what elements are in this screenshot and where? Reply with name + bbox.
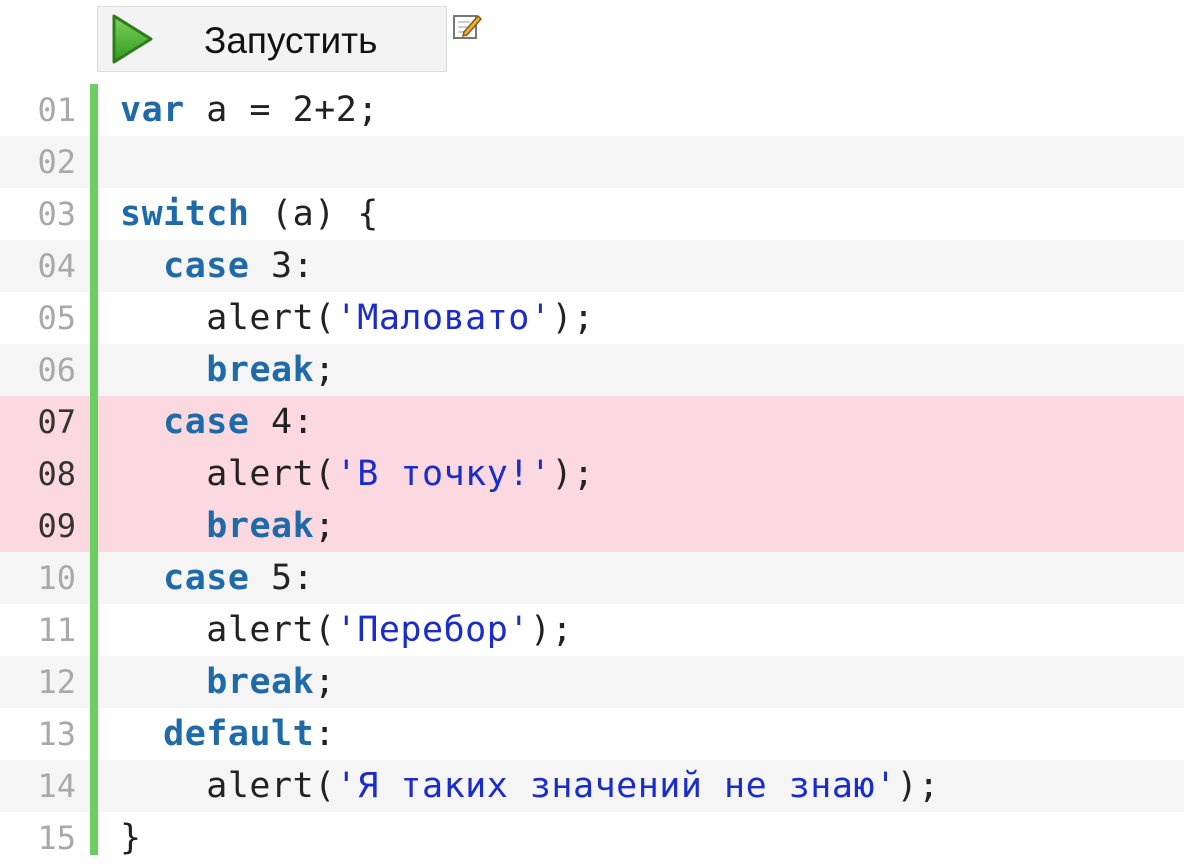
code-line[interactable]: 14 alert('Я таких значений не знаю');: [0, 760, 1184, 812]
string-token: 'Перебор': [335, 610, 530, 650]
keyword-token: case: [163, 246, 250, 286]
code-token: alert(: [120, 454, 336, 494]
code-line[interactable]: 13 default:: [0, 708, 1184, 760]
code-token: 5:: [249, 558, 315, 598]
code-token: ;: [314, 350, 336, 390]
code-line[interactable]: 05 alert('Маловато');: [0, 292, 1184, 344]
code-line[interactable]: 11 alert('Перебор');: [0, 604, 1184, 656]
code-text: case 5:: [120, 552, 314, 604]
code-toolbar: Запустить: [97, 6, 447, 72]
code-line[interactable]: 01 var a = 2+2;: [0, 84, 1184, 136]
code-token: :: [314, 714, 336, 754]
code-text: case 4:: [120, 396, 314, 448]
string-token: 'В точку!': [335, 454, 552, 494]
code-text: }: [120, 812, 142, 864]
code-text: case 3:: [120, 240, 314, 292]
code-text: alert('Маловато');: [120, 292, 595, 344]
line-number: 14: [37, 767, 76, 805]
code-text: alert('Перебор');: [120, 604, 573, 656]
run-button[interactable]: Запустить: [204, 19, 377, 63]
code-text: break;: [120, 500, 336, 552]
code-text: default:: [120, 708, 336, 760]
keyword-token: switch: [120, 194, 250, 234]
keyword-token: break: [206, 506, 315, 546]
code-line[interactable]: 09 break;: [0, 500, 1184, 552]
line-number: 13: [37, 715, 76, 753]
code-line[interactable]: 04 case 3:: [0, 240, 1184, 292]
keyword-token: var: [120, 90, 185, 130]
code-token: ;: [314, 662, 336, 702]
code-line[interactable]: 08 alert('В точку!');: [0, 448, 1184, 500]
line-number: 07: [37, 403, 76, 441]
code-token: 4:: [249, 402, 315, 442]
code-text: alert('В точку!');: [120, 448, 595, 500]
code-text: break;: [120, 656, 336, 708]
code-editor[interactable]: 01 var a = 2+2; 02 03 switch (a) {04 case 3:…: [0, 84, 1184, 864]
code-line[interactable]: 03 switch (a) {: [0, 188, 1184, 240]
code-token: a = 2+2;: [184, 90, 379, 130]
line-number: 03: [37, 195, 76, 233]
line-number: 09: [37, 507, 76, 545]
line-number: 12: [37, 663, 76, 701]
line-number: 06: [37, 351, 76, 389]
code-line[interactable]: 06 break;: [0, 344, 1184, 396]
code-token: alert(: [120, 298, 336, 338]
line-number: 01: [37, 91, 76, 129]
play-icon[interactable]: [110, 13, 154, 65]
keyword-token: case: [163, 402, 250, 442]
code-line[interactable]: 12 break;: [0, 656, 1184, 708]
code-token: (a) {: [249, 194, 379, 234]
code-line[interactable]: 15}: [0, 812, 1184, 864]
code-token: );: [529, 610, 574, 650]
keyword-token: break: [206, 350, 315, 390]
code-token: );: [551, 454, 595, 494]
code-line[interactable]: 02: [0, 136, 1184, 188]
line-number: 15: [37, 819, 76, 857]
code-token: alert(: [120, 766, 336, 806]
code-token: );: [551, 298, 595, 338]
code-token: ;: [314, 506, 336, 546]
line-number: 04: [37, 247, 76, 285]
code-text: var a = 2+2;: [120, 84, 379, 136]
code-line[interactable]: 10 case 5:: [0, 552, 1184, 604]
keyword-token: break: [206, 662, 315, 702]
code-text: switch (a) {: [120, 188, 379, 240]
code-token: alert(: [120, 610, 336, 650]
edit-icon[interactable]: [452, 12, 482, 42]
code-token: }: [120, 818, 142, 858]
code-text: break;: [120, 344, 336, 396]
keyword-token: case: [163, 558, 250, 598]
string-token: 'Маловато': [335, 298, 552, 338]
line-number: 11: [37, 611, 76, 649]
code-token: );: [896, 766, 940, 806]
keyword-token: default: [163, 714, 315, 754]
line-number: 05: [37, 299, 76, 337]
line-number: 02: [37, 143, 76, 181]
code-line[interactable]: 07 case 4:: [0, 396, 1184, 448]
line-number: 10: [37, 559, 76, 597]
code-token: 3:: [249, 246, 315, 286]
code-text: alert('Я таких значений не знаю');: [120, 760, 940, 812]
line-number: 08: [37, 455, 76, 493]
string-token: 'Я таких значений не знаю': [335, 766, 897, 806]
gutter-accent-bar: [90, 84, 98, 855]
